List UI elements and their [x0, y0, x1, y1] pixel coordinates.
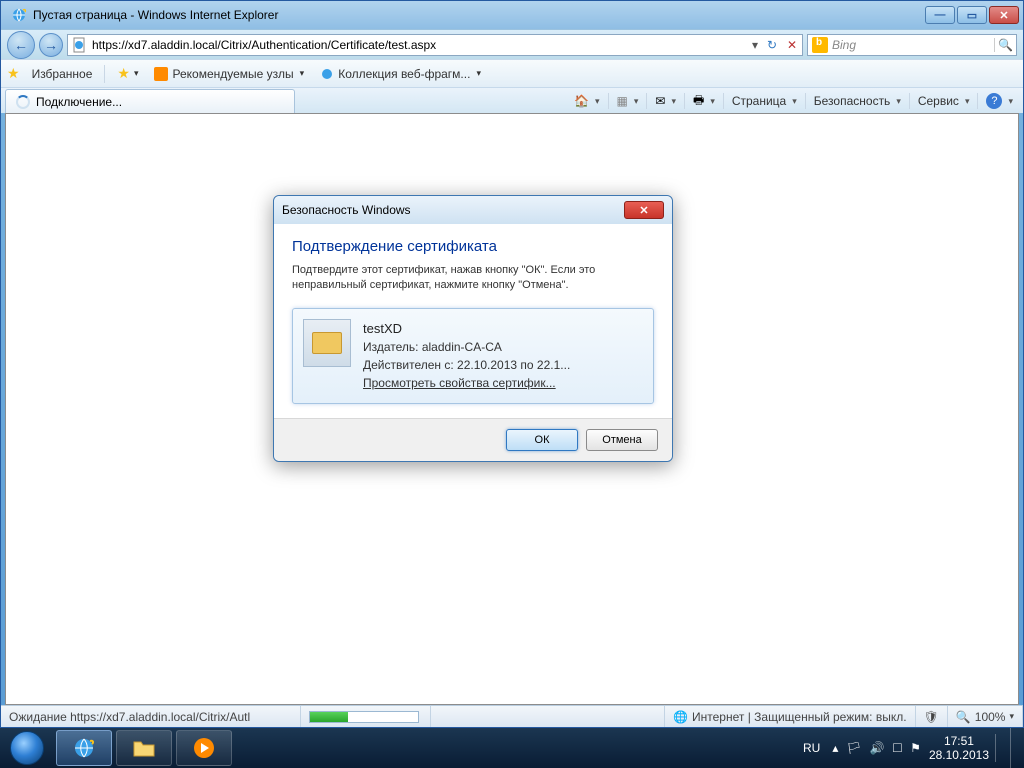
home-button[interactable]: 🏠 — [574, 94, 589, 108]
clock[interactable]: 17:51 28.10.2013 — [929, 734, 996, 763]
zoom-cell[interactable]: 🔍 100% ▾ — [948, 706, 1023, 727]
minimize-button[interactable]: — — [925, 6, 955, 24]
system-tray: RU ▴ 🏳 🔊 🞎 ⚑ 17:51 28.10.2013 — [795, 728, 1024, 768]
media-player-icon — [192, 736, 216, 760]
dialog-heading: Подтверждение сертификата — [292, 238, 654, 255]
safety-menu[interactable]: Безопасность — [814, 94, 891, 108]
tray-network-icon[interactable]: 🞎 — [893, 741, 903, 756]
print-button[interactable]: 🖶 — [693, 91, 704, 112]
url-input[interactable] — [92, 38, 748, 52]
search-placeholder: Bing — [832, 38, 994, 52]
ie-window: Пустая страница - Windows Internet Explo… — [0, 0, 1024, 728]
protected-mode-icon[interactable]: 🛡 — [916, 706, 948, 727]
cert-name: testXD — [363, 319, 570, 339]
refresh-button[interactable]: ↻ — [762, 38, 782, 52]
titlebar: Пустая страница - Windows Internet Explo… — [1, 1, 1023, 29]
search-button[interactable]: 🔍 — [994, 38, 1016, 52]
window-title: Пустая страница - Windows Internet Explo… — [33, 8, 925, 22]
star-icon: ★ — [7, 65, 20, 82]
cert-validity: Действителен с: 22.10.2013 по 22.1... — [363, 356, 570, 374]
taskbar-explorer[interactable] — [116, 730, 172, 766]
taskbar-wmp[interactable] — [176, 730, 232, 766]
mail-button[interactable]: ✉ — [655, 94, 665, 108]
bing-icon — [812, 37, 828, 53]
tray-chevron-icon[interactable]: ▴ — [832, 741, 838, 755]
tray-action-icon[interactable]: ⚑ — [910, 741, 921, 755]
forward-button[interactable]: → — [39, 33, 63, 57]
globe-icon: 🌐 — [673, 710, 688, 724]
page-icon — [72, 37, 88, 53]
search-box[interactable]: Bing 🔍 — [807, 34, 1017, 56]
status-bar: Ожидание https://xd7.aladdin.local/Citri… — [1, 705, 1023, 727]
tab-row: Подключение... 🏠▾ ▦▾ ✉▾ 🖶▾ Страница▾ Без… — [1, 87, 1023, 113]
address-bar[interactable]: ▾ ↻ ✕ — [67, 34, 803, 56]
tools-menu[interactable]: Сервис — [918, 94, 959, 108]
taskbar: RU ▴ 🏳 🔊 🞎 ⚑ 17:51 28.10.2013 — [0, 728, 1024, 768]
certificate-card[interactable]: testXD Издатель: aladdin-CA-CA Действите… — [292, 308, 654, 404]
start-button[interactable] — [0, 728, 54, 768]
command-bar: 🏠▾ ▦▾ ✉▾ 🖶▾ Страница▾ Безопасность▾ Серв… — [568, 89, 1019, 113]
ie-small-icon — [320, 67, 334, 81]
stop-button[interactable]: ✕ — [782, 38, 802, 52]
windows-orb-icon — [10, 731, 44, 765]
loading-spinner-icon — [16, 95, 30, 109]
feeds-button[interactable]: ▦ — [617, 94, 628, 108]
smartcard-icon — [303, 319, 351, 367]
browser-tab[interactable]: Подключение... — [5, 89, 295, 113]
page-menu[interactable]: Страница — [732, 94, 786, 108]
dialog-body-text: Подтвердите этот сертификат, нажав кнопк… — [292, 263, 654, 294]
add-favorite-icon[interactable]: ★▾ — [113, 63, 142, 84]
cert-view-link[interactable]: Просмотреть свойства сертифик... — [363, 376, 556, 390]
url-dropdown[interactable]: ▾ — [748, 38, 762, 52]
orange-icon — [154, 67, 168, 81]
cert-issuer: Издатель: aladdin-CA-CA — [363, 338, 570, 356]
taskbar-ie[interactable] — [56, 730, 112, 766]
suggested-sites[interactable]: Рекомендуемые узлы▾ — [150, 65, 308, 83]
security-dialog: Безопасность Windows ✕ Подтверждение сер… — [273, 195, 673, 462]
favorites-bar: ★ Избранное ★▾ Рекомендуемые узлы▾ Колле… — [1, 59, 1023, 87]
show-desktop-button[interactable] — [1010, 728, 1020, 768]
help-button[interactable]: ? — [986, 93, 1002, 109]
dialog-close-button[interactable]: ✕ — [624, 201, 664, 219]
close-button[interactable]: ✕ — [989, 6, 1019, 24]
tray-flag-icon[interactable]: 🏳 — [846, 741, 861, 755]
web-slice-gallery[interactable]: Коллекция веб-фрагм...▾ — [316, 65, 485, 83]
ie-icon — [11, 7, 27, 23]
maximize-button[interactable]: ▭ — [957, 6, 987, 24]
language-indicator[interactable]: RU — [799, 739, 824, 757]
status-text: Ожидание https://xd7.aladdin.local/Citri… — [1, 706, 301, 727]
folder-icon — [132, 736, 156, 760]
ie-taskbar-icon — [72, 736, 96, 760]
dialog-titlebar: Безопасность Windows ✕ — [274, 196, 672, 224]
nav-toolbar: ← → ▾ ↻ ✕ Bing 🔍 — [1, 29, 1023, 59]
ok-button[interactable]: ОК — [506, 429, 578, 451]
dialog-title: Безопасность Windows — [282, 203, 411, 217]
progress-cell — [301, 706, 431, 727]
back-button[interactable]: ← — [7, 31, 35, 59]
cancel-button[interactable]: Отмена — [586, 429, 658, 451]
favorites-button[interactable]: Избранное — [28, 65, 97, 83]
zone-cell: 🌐Интернет | Защищенный режим: выкл. — [665, 706, 916, 727]
tab-label: Подключение... — [36, 95, 122, 109]
tray-volume-icon[interactable]: 🔊 — [870, 741, 885, 755]
